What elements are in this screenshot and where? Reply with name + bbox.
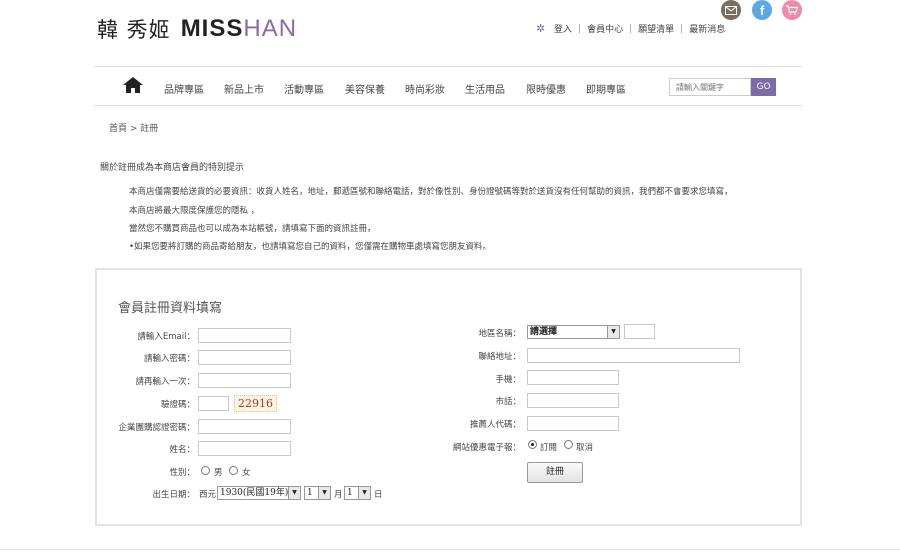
nav-item-new[interactable]: 新品上市 — [224, 81, 264, 96]
logo-english-text: MISSHAN — [181, 15, 297, 43]
captcha-label: 驗證碼： — [160, 400, 195, 410]
nav-item-lifestyle[interactable]: 生活用品 — [465, 81, 505, 96]
breadcrumb: 首頁 > 註冊 — [109, 124, 159, 134]
captcha-field[interactable] — [198, 396, 229, 411]
notice-line: 當然您不購買商品也可以成為本站帳號，請填寫下面的資訊註冊， — [129, 224, 376, 234]
separator: | — [578, 23, 582, 34]
phone-field[interactable] — [527, 393, 619, 408]
unsubscribe-text: 取消 — [576, 443, 594, 453]
chevron-down-icon: ▼ — [288, 487, 300, 499]
day-unit: 日 — [374, 490, 383, 500]
email-field[interactable] — [198, 328, 291, 343]
subscribe-radio[interactable] — [528, 440, 537, 449]
phone-label: 市話： — [495, 397, 521, 407]
captcha-image[interactable]: 22916 — [234, 395, 277, 412]
chevron-down-icon: ▼ — [318, 487, 330, 499]
address-field[interactable] — [527, 348, 740, 363]
gender-male-text: 男 — [214, 468, 223, 478]
notice-line: 本商店將最大限度保護您的隱私 ， — [129, 206, 260, 216]
birthday-month-select[interactable]: 1 ▼ — [304, 486, 331, 500]
month-unit: 月 — [334, 490, 343, 500]
referrer-field[interactable] — [527, 416, 619, 431]
nav-item-brand[interactable]: 品牌專區 — [164, 81, 204, 96]
notice-line: •如果您要將訂購的商品寄給朋友，也請填寫您自己的資料，您僅需在購物車處填寫您朋友… — [129, 242, 492, 252]
wishlist-link[interactable]: 願望清單 — [638, 22, 674, 35]
nav-item-makeup[interactable]: 時尚彩妝 — [405, 81, 445, 96]
newsletter-label: 網站優惠電子報： — [452, 443, 521, 453]
logo-chinese-text: 韓 秀姬 — [97, 18, 171, 42]
birthday-prefix: 西元 — [199, 490, 217, 500]
email-label: 請輸入Email： — [137, 332, 195, 342]
region-label: 地區名稱： — [478, 329, 521, 339]
gender-female-radio[interactable] — [229, 466, 238, 475]
birthday-day-value: 1 — [347, 488, 353, 498]
birthday-year-value: 1930(民國19年) — [220, 488, 289, 498]
name-label: 姓名： — [169, 445, 195, 455]
separator: | — [629, 23, 633, 34]
nav-item-expiring[interactable]: 即期專區 — [586, 81, 626, 96]
footer-divider — [0, 549, 900, 550]
region-select[interactable]: 請選擇 ▼ — [527, 325, 620, 339]
password-label: 請輸入密碼： — [143, 354, 195, 364]
chevron-down-icon: ▼ — [607, 326, 619, 338]
corp-code-field[interactable] — [198, 419, 291, 434]
mail-icon[interactable] — [721, 0, 741, 20]
site-logo[interactable]: 韓 秀姬 MISSHAN — [97, 14, 297, 44]
top-links: ✲ 登入 | 會員中心 | 願望清單 | 最新消息 — [536, 21, 725, 36]
facebook-icon[interactable]: f — [752, 0, 772, 20]
birthday-month-value: 1 — [307, 488, 313, 498]
member-center-link[interactable]: 會員中心 — [587, 22, 623, 35]
address-label: 聯絡地址： — [478, 352, 521, 362]
mobile-label: 手機： — [495, 375, 521, 385]
news-link[interactable]: 最新消息 — [689, 22, 725, 35]
password-confirm-label: 請再輸入一次： — [135, 377, 195, 387]
form-title: 會員註冊資料填寫 — [118, 301, 223, 316]
password-field[interactable] — [198, 350, 291, 365]
gear-icon: ✲ — [536, 21, 546, 35]
birthday-year-select[interactable]: 1930(民國19年) ▼ — [217, 486, 301, 500]
search-go-button[interactable]: GO — [751, 78, 776, 96]
separator: | — [680, 23, 684, 34]
password-confirm-field[interactable] — [198, 373, 291, 388]
subscribe-text: 訂閱 — [540, 443, 558, 453]
gender-female-text: 女 — [242, 468, 251, 478]
chevron-down-icon: ▼ — [358, 487, 370, 499]
region-value: 請選擇 — [530, 327, 558, 337]
register-button[interactable]: 註冊 — [527, 462, 583, 483]
registration-form: 會員註冊資料填寫 請輸入Email： 請輸入密碼： 請再輸入一次： 驗證碼： 2… — [95, 268, 802, 526]
home-icon[interactable] — [122, 76, 144, 94]
nav-item-skincare[interactable]: 美容保養 — [345, 81, 385, 96]
birthday-label: 出生日期： — [152, 490, 195, 500]
birthday-day-select[interactable]: 1 ▼ — [344, 486, 371, 500]
unsubscribe-radio[interactable] — [564, 440, 573, 449]
gender-male-radio[interactable] — [201, 466, 210, 475]
notice-line: 本商店僅需要給送貨的必要資訊：收貨人姓名，地址，郵遞區號和聯絡電話，對於像性別、… — [129, 187, 733, 197]
main-nav: 品牌專區 新品上市 活動專區 美容保養 時尚彩妝 生活用品 限時優惠 即期專區 … — [94, 66, 802, 106]
search-input[interactable] — [669, 78, 751, 96]
postal-code-field[interactable] — [624, 324, 655, 339]
notice-title: 關於註冊成為本商店會員的特別提示 — [100, 163, 245, 173]
cart-icon[interactable] — [782, 0, 802, 20]
nav-item-events[interactable]: 活動專區 — [284, 81, 324, 96]
mobile-field[interactable] — [527, 370, 619, 385]
referrer-label: 推薦人代碼： — [469, 420, 521, 430]
gender-label: 性別： — [169, 468, 195, 478]
corp-code-label: 企業團購認證密碼： — [118, 423, 195, 433]
nav-item-limited[interactable]: 限時優惠 — [526, 81, 566, 96]
name-field[interactable] — [198, 441, 291, 456]
logo-miss: MISS — [180, 15, 244, 42]
logo-han: HAN — [243, 15, 298, 42]
login-link[interactable]: 登入 — [554, 22, 572, 35]
